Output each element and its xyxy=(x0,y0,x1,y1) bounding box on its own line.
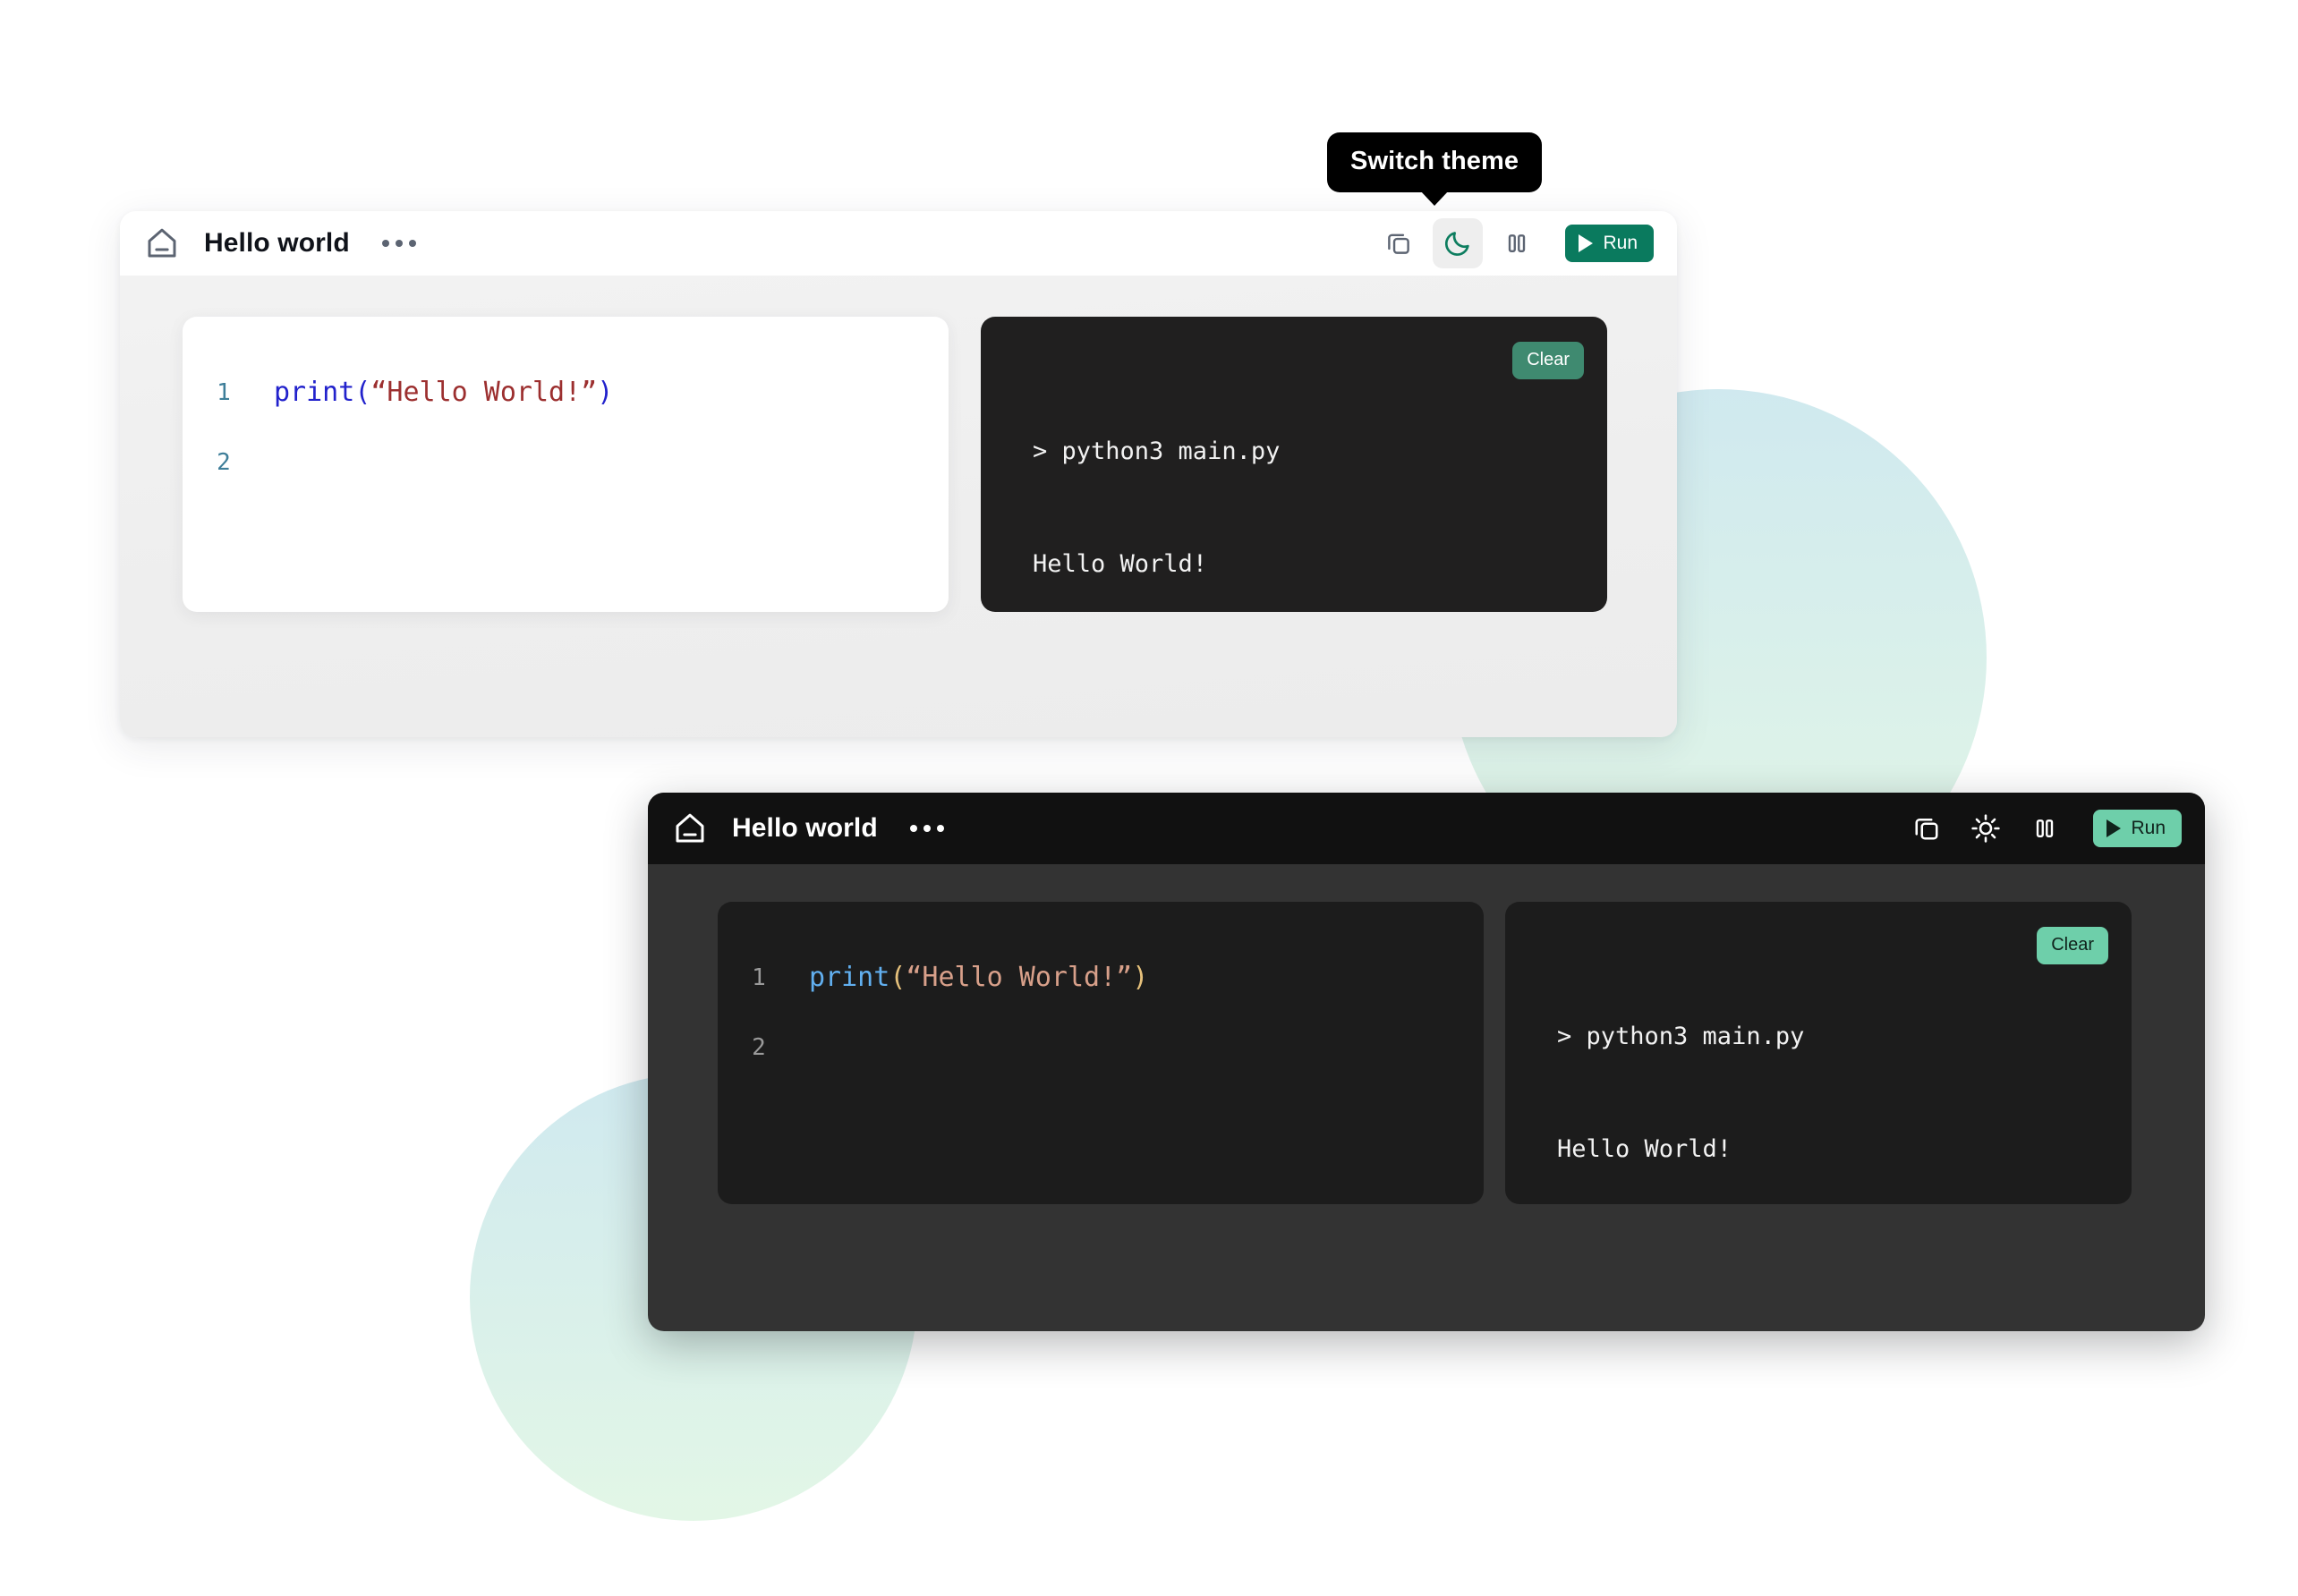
split-panel-icon xyxy=(2037,819,2054,837)
split-panel-icon xyxy=(1509,234,1526,252)
code-token-close-paren: ) xyxy=(597,377,614,408)
terminal-line: > python3 main.py xyxy=(1033,437,1281,465)
dark-toolbar: Run xyxy=(1902,803,2182,853)
light-window-header: Hello world Run xyxy=(120,211,1677,276)
tooltip-arrow xyxy=(1420,191,1450,206)
dot xyxy=(909,825,917,832)
line-number: 1 xyxy=(752,964,766,991)
dark-theme-ide-window: Hello world Run 1 2 print(“Hello World!”… xyxy=(648,793,2205,1331)
page-title: Hello world xyxy=(204,228,350,258)
home-icon[interactable] xyxy=(671,810,709,847)
play-icon xyxy=(1579,234,1594,252)
dark-terminal-pane[interactable]: Clear > python3 main.py Hello World! > xyxy=(1505,902,2132,1204)
clear-terminal-button[interactable]: Clear xyxy=(2037,927,2108,964)
copy-button[interactable] xyxy=(1902,803,1952,853)
switch-theme-tooltip: Switch theme xyxy=(1327,132,1543,206)
dot xyxy=(381,240,389,247)
copy-icon xyxy=(1388,233,1410,254)
line-number: 2 xyxy=(752,1034,766,1061)
switch-theme-button[interactable] xyxy=(1433,218,1484,268)
clear-terminal-button[interactable]: Clear xyxy=(1512,342,1584,379)
terminal-line: > python3 main.py xyxy=(1557,1023,1805,1050)
home-icon[interactable] xyxy=(143,225,181,262)
run-button-label: Run xyxy=(2131,818,2166,838)
dot xyxy=(408,240,416,247)
line-number: 2 xyxy=(217,449,231,476)
light-toolbar: Run xyxy=(1374,218,1654,268)
copy-button[interactable] xyxy=(1374,218,1424,268)
light-window-body: 1 2 print(“Hello World!”) Clear > python… xyxy=(120,276,1677,612)
light-header-left: Hello world xyxy=(143,225,420,262)
dot xyxy=(923,825,931,832)
run-button-label: Run xyxy=(1603,233,1638,253)
code-content[interactable]: print(“Hello World!”) xyxy=(265,358,613,497)
switch-theme-button[interactable] xyxy=(1961,803,2011,853)
sun-icon xyxy=(1971,814,2001,843)
dark-header-left: Hello world xyxy=(671,810,948,847)
code-token-open-paren: ( xyxy=(354,377,371,408)
page-title: Hello world xyxy=(732,813,878,843)
light-terminal-pane[interactable]: Clear > python3 main.py Hello World! > xyxy=(981,317,1607,612)
code-token-open-paren: ( xyxy=(889,962,906,993)
dark-code-editor-pane[interactable]: 1 2 print(“Hello World!”) xyxy=(718,902,1484,1204)
code-token-close-paren: ) xyxy=(1132,962,1149,993)
run-button[interactable]: Run xyxy=(1565,225,1654,262)
code-token-string: “Hello World!” xyxy=(370,377,598,408)
light-code-editor-pane[interactable]: 1 2 print(“Hello World!”) xyxy=(183,317,949,612)
code-token-function: print xyxy=(809,962,890,993)
play-icon xyxy=(2106,819,2122,837)
dark-window-header: Hello world Run xyxy=(648,793,2205,864)
split-layout-button[interactable] xyxy=(2020,803,2070,853)
moon-icon xyxy=(1445,232,1470,256)
code-token-function: print xyxy=(274,377,355,408)
ellipsis-icon[interactable] xyxy=(906,818,948,839)
dark-window-body: 1 2 print(“Hello World!”) Clear > python… xyxy=(648,864,2205,1204)
light-theme-ide-window: Hello world Run 1 2 print(“Hello World!”… xyxy=(120,211,1677,737)
line-number-gutter: 1 2 xyxy=(183,358,265,497)
tooltip-label: Switch theme xyxy=(1350,147,1519,175)
code-token-string: “Hello World!” xyxy=(906,962,1133,993)
run-button[interactable]: Run xyxy=(2093,810,2182,847)
line-number-gutter: 1 2 xyxy=(718,943,800,1082)
copy-icon xyxy=(1915,818,1938,840)
light-code-area: 1 2 print(“Hello World!”) xyxy=(183,317,949,497)
ellipsis-icon[interactable] xyxy=(379,233,420,254)
code-content[interactable]: print(“Hello World!”) xyxy=(800,943,1148,1082)
dot xyxy=(395,240,403,247)
dark-code-area: 1 2 print(“Hello World!”) xyxy=(718,902,1484,1082)
terminal-line: Hello World! xyxy=(1557,1135,1732,1163)
line-number: 1 xyxy=(217,379,231,406)
canvas: Switch theme Hello world Run 1 2 print(“… xyxy=(0,0,2298,1596)
split-layout-button[interactable] xyxy=(1492,218,1542,268)
terminal-line: Hello World! xyxy=(1033,550,1208,578)
dot xyxy=(936,825,944,832)
